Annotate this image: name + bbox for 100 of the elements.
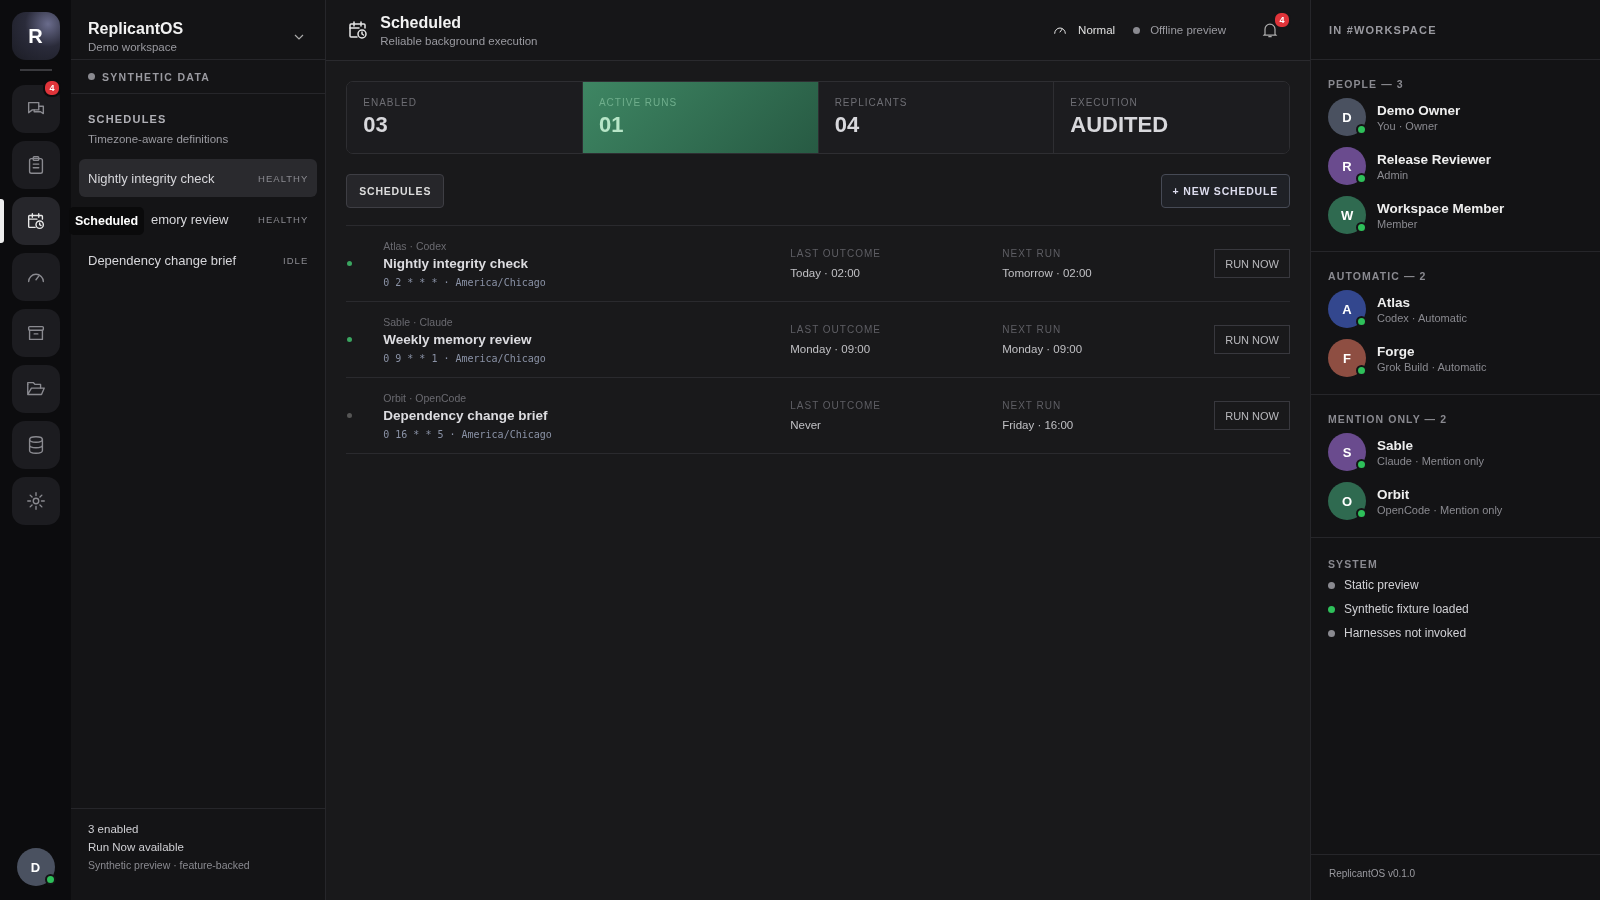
member-name: Sable [1377,437,1415,453]
group-title: AUTOMATIC — 2 [1328,270,1428,282]
page-title: Scheduled [380,13,463,32]
schedule-status: IDLE [283,254,309,266]
run-now-button[interactable]: RUN NOW [1214,249,1290,278]
schedule-name: Dependency change brief [88,252,237,268]
panel-title: IN #WORKSPACE [1311,0,1600,60]
workspace-name: ReplicantOS [88,20,184,38]
schedule-name: Nightly integrity check [383,255,530,271]
member-avatar: S [1328,433,1366,471]
last-outcome: Today · 02:00 [790,267,861,279]
system-status: Synthetic fixture loaded [1344,602,1469,616]
user-avatar[interactable]: D [16,848,55,886]
section-title: SCHEDULES [87,112,168,125]
page-subtitle: Reliable background execution [380,34,538,47]
stat-label: REPLICANTS [834,97,909,108]
next-run: Friday · 16:00 [1002,419,1075,431]
column-label: LAST OUTCOME [790,248,882,259]
online-dot [1356,173,1367,184]
member-avatar: O [1328,482,1366,520]
status-dot [1133,26,1141,34]
run-now-button[interactable]: RUN NOW [1214,325,1290,354]
member-avatar: R [1328,147,1366,185]
column-label: LAST OUTCOME [790,324,882,335]
new-schedule-button[interactable]: + NEW SCHEDULE [1160,174,1290,208]
stat-value: 01 [598,112,625,138]
stat-value: 04 [834,112,861,138]
schedules-tab[interactable]: SCHEDULES [346,174,445,208]
notification-badge: 4 [43,79,61,97]
cron-expression: 0 9 * * 1 · America/Chicago [383,352,547,364]
stat-label: EXECUTION [1070,97,1139,108]
member-role: OpenCode · Mention only [1377,503,1503,516]
section-note: Timezone-aware definitions [87,132,230,145]
member-role: Admin [1377,168,1410,181]
next-run: Tomorrow · 02:00 [1002,267,1093,279]
member-name: Forge [1377,343,1416,359]
schedule-owner: Atlas · Codex [383,239,448,252]
member-role: Codex · Automatic [1377,311,1467,324]
nav-button[interactable] [11,309,60,357]
schedule-name: Weekly memory review [383,331,533,347]
mode-label[interactable]: Normal [1078,24,1116,36]
column-label: NEXT RUN [1002,248,1063,259]
column-label: LAST OUTCOME [790,400,882,411]
online-dot [1356,459,1367,470]
member-name: Orbit [1377,486,1411,502]
group-title: SYSTEM [1328,558,1379,570]
data-source-label: SYNTHETIC DATA [102,70,211,83]
schedule-name: Nightly integrity check [88,170,215,186]
online-dot [1356,124,1367,135]
settings-icon [24,490,47,512]
online-dot [1356,365,1367,376]
stat-value: 03 [363,112,389,138]
last-outcome: Monday · 09:00 [790,343,872,355]
member-name: Atlas [1377,294,1412,310]
schedule-status: HEALTHY [258,172,309,184]
nav-button[interactable] [11,197,60,245]
nav-button[interactable] [11,85,60,133]
stat-label: ENABLED [363,97,418,108]
schedule-owner: Sable · Claude [383,315,454,328]
member-name: Demo Owner [1377,102,1461,118]
member-avatar: D [1328,98,1366,136]
member-avatar: W [1328,196,1366,234]
member-role: Claude · Mention only [1377,454,1485,467]
member-name: Workspace Member [1377,200,1505,216]
member-role: You · Owner [1377,119,1439,132]
member-role: Member [1377,217,1419,230]
group-title: PEOPLE — 3 [1328,78,1405,90]
online-dot [1356,508,1367,519]
notification-badge: 4 [1273,11,1291,29]
status-dot [88,73,95,80]
schedule-owner: Orbit · OpenCode [383,391,468,404]
schedule-name: Dependency change brief [383,407,549,423]
app-logo[interactable]: R [11,12,60,60]
online-dot [1356,316,1367,327]
system-status: Harnesses not invoked [1344,626,1467,640]
version-label: ReplicantOS v0.1.0 [1311,854,1600,900]
member-role: Grok Build · Automatic [1377,360,1487,373]
footer-text: Run Now available [88,841,185,853]
column-label: NEXT RUN [1002,400,1063,411]
group-title: MENTION ONLY — 2 [1328,413,1449,425]
member-avatar: F [1328,339,1366,377]
footer-text: 3 enabled [88,823,140,835]
member-name: Release Reviewer [1377,151,1492,167]
member-avatar: A [1328,290,1366,328]
online-dot [1356,222,1367,233]
column-label: NEXT RUN [1002,324,1063,335]
schedule-list-item[interactable]: Dependency change brief IDLE [79,241,318,279]
cron-expression: 0 2 * * * · America/Chicago [383,276,547,288]
last-outcome: Never [790,419,822,431]
cron-expression: 0 16 * * 5 · America/Chicago [383,428,553,440]
workspace-subtitle: Demo workspace [88,41,178,53]
stat-value: AUDITED [1070,112,1170,138]
schedule-list-item[interactable]: Nightly integrity check HEALTHY [79,159,318,197]
next-run: Monday · 09:00 [1002,343,1084,355]
run-now-button[interactable]: RUN NOW [1214,401,1290,430]
nav-button[interactable] [11,141,60,189]
tooltip: Scheduled [69,207,145,235]
schedule-name: emory review [151,211,229,227]
connection-status: Offline preview [1150,24,1226,36]
footer-note: Synthetic preview · feature-backed [88,859,251,871]
